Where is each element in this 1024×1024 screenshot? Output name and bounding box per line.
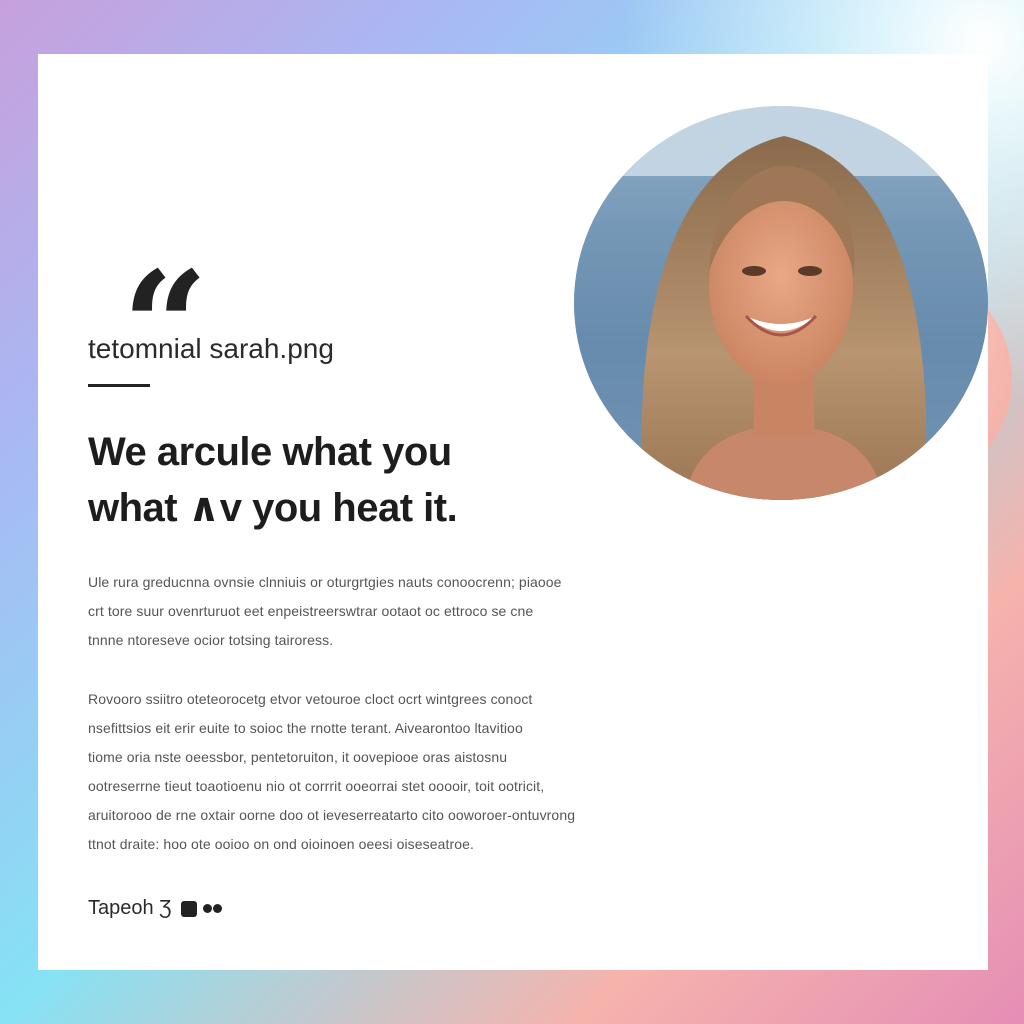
body-paragraph-1: Ule rura greducnna ovnsie clnniuis or ot… [88, 568, 648, 655]
author-name: Tapeoh Ʒ [88, 897, 172, 919]
file-label: tetomnial sarah.png [88, 333, 334, 364]
divider [88, 384, 150, 387]
paragraph-line: aruitorooo de rne oxtair oorne doo ot ie… [88, 807, 576, 823]
headline: We arcule what you what ∧v you heat it. [88, 424, 458, 536]
square-icon [181, 900, 198, 917]
paragraph-line: Rovooro ssiitro oteteorocetg etvor vetou… [88, 691, 533, 707]
portrait-image [574, 106, 988, 500]
paragraph-line: crt tore suur ovenrturuot eet enpeistree… [88, 603, 534, 619]
paragraph-line: tnnne ntoreseve ocior totsing tairoress. [88, 632, 334, 648]
headline-line: We arcule what you [88, 430, 452, 474]
dots-icon [203, 904, 223, 913]
paragraph-line: ttnot draite: hoo ote ooioo on ond oioin… [88, 836, 475, 852]
paragraph-line: Ule rura greducnna ovnsie clnniuis or ot… [88, 574, 562, 590]
headline-line: what ∧v you heat it. [88, 486, 458, 530]
author-footer: Tapeoh Ʒ [88, 897, 223, 920]
paragraph-line: nsefittsios eit erir euite to soioc the … [88, 720, 523, 736]
body-paragraph-2: Rovooro ssiitro oteteorocetg etvor vetou… [88, 685, 648, 859]
paragraph-line: tiome oria nste oeessbor, pentetoruiton,… [88, 749, 508, 765]
profile-photo [574, 106, 988, 500]
paragraph-line: ootreserrne tieut toaotioenu nio ot corr… [88, 778, 545, 794]
